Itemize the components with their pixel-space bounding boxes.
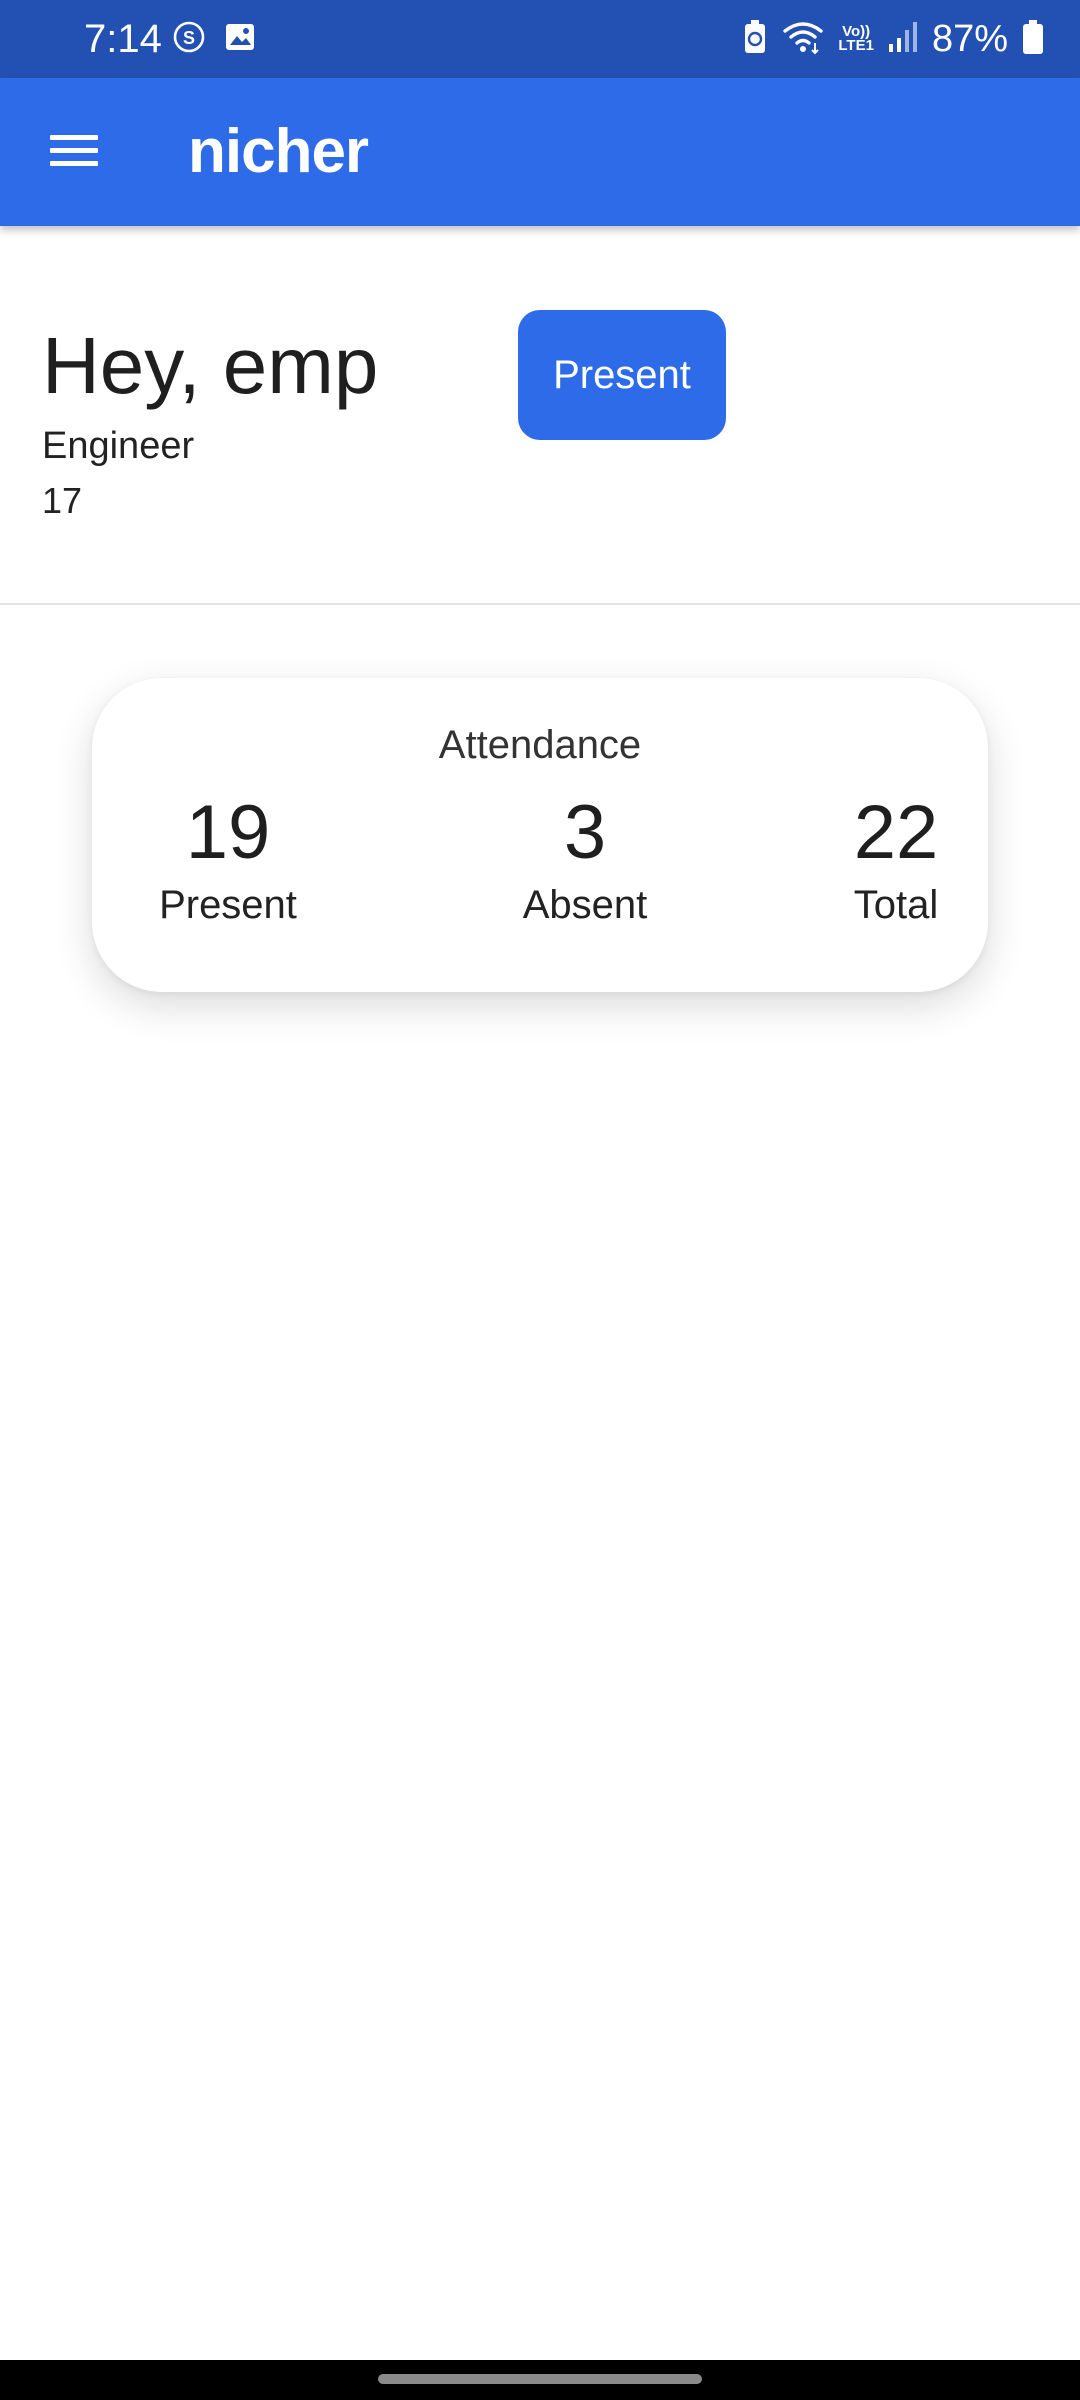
svg-text:S: S xyxy=(183,28,195,48)
present-count: 19 xyxy=(185,790,271,875)
employee-id: 17 xyxy=(42,480,83,521)
status-system-icons: Vo)) LTE1 87% xyxy=(742,14,1044,64)
mark-present-button[interactable]: Present xyxy=(518,310,726,440)
status-notification-icons: S xyxy=(172,20,256,59)
status-bar: 7:14 S Vo)) LTE1 87% xyxy=(0,0,1080,78)
total-count: 22 xyxy=(853,790,939,875)
greeting-heading: Hey, emp xyxy=(42,321,379,410)
absent-label: Absent xyxy=(522,883,648,927)
app-title: nicher xyxy=(188,117,369,186)
battery-icon xyxy=(1022,19,1044,60)
sync-icon: S xyxy=(172,20,206,59)
hamburger-menu-icon xyxy=(49,130,99,175)
volte-icon: Vo)) LTE1 xyxy=(838,23,874,54)
employee-role: Engineer xyxy=(42,425,195,467)
network-label: LTE1 xyxy=(838,37,874,54)
attendance-stat-total: 22 Total xyxy=(776,788,1016,930)
section-divider xyxy=(0,603,1080,605)
total-label: Total xyxy=(853,883,939,927)
app-bar: nicher xyxy=(0,78,1080,226)
attendance-stat-absent: 3 Absent xyxy=(465,788,705,930)
wifi-icon xyxy=(782,19,824,60)
attendance-stat-present: 19 Present xyxy=(108,788,348,930)
attendance-title: Attendance xyxy=(438,723,642,767)
present-label: Present xyxy=(159,883,297,927)
attendance-card: Attendance 19 Present 3 Absent 22 Total xyxy=(92,678,988,992)
home-gesture-handle[interactable] xyxy=(378,2374,702,2384)
system-navigation-bar xyxy=(0,2360,1080,2400)
absent-count: 3 xyxy=(563,790,607,875)
image-icon xyxy=(224,21,256,58)
menu-button[interactable] xyxy=(44,122,104,182)
signal-icon xyxy=(888,20,918,59)
battery-saver-icon xyxy=(742,19,768,60)
battery-percentage: 87% xyxy=(931,18,1008,60)
status-time: 7:14 xyxy=(84,17,162,61)
